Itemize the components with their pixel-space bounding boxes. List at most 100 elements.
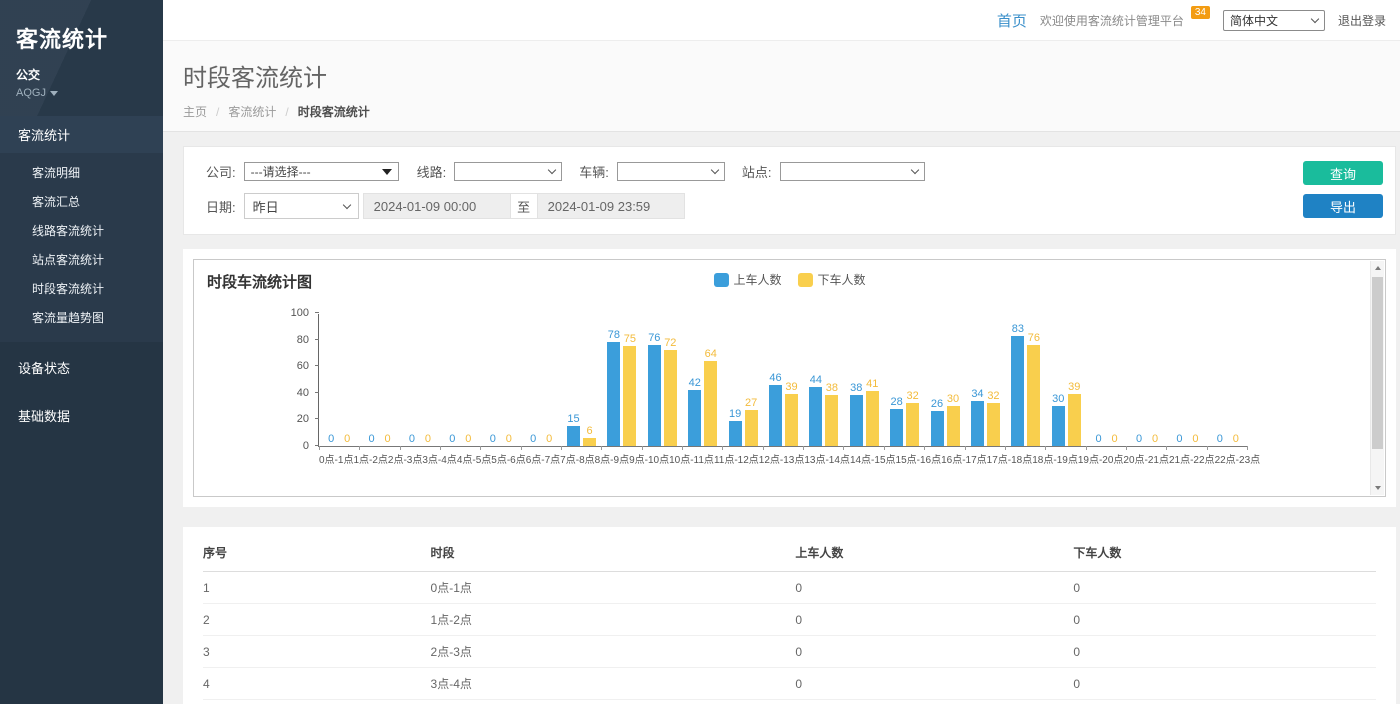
sidebar-subitem[interactable]: 站点客流统计 — [0, 245, 163, 274]
date-preset-select[interactable]: 昨日 — [244, 193, 359, 219]
bar[interactable] — [664, 350, 677, 446]
bar-column: 0 — [1173, 314, 1186, 446]
breadcrumb: 主页 / 客流统计 / 时段客流统计 — [183, 103, 1380, 120]
bar[interactable] — [890, 409, 903, 446]
x-axis-label: 4点-5点 — [457, 451, 491, 466]
sidebar-section-passenger-stats[interactable]: 客流统计 — [0, 116, 163, 153]
breadcrumb-passenger-stats[interactable]: 客流统计 — [228, 103, 276, 120]
bar-group: 3039 — [1046, 314, 1086, 446]
breadcrumb-separator: / — [216, 105, 219, 119]
bar-column: 26 — [931, 314, 944, 446]
bar[interactable] — [623, 346, 636, 446]
chart-title: 时段车流统计图 — [207, 271, 312, 292]
app-window: 客流统计 公交 AQGJ 客流统计 客流明细客流汇总线路客流统计站点客流统计时段… — [0, 0, 1400, 704]
home-link[interactable]: 首页 — [997, 10, 1027, 31]
sidebar-item-device-status[interactable]: 设备状态 — [0, 345, 163, 390]
bar-value-label: 0 — [1096, 433, 1102, 445]
bar[interactable] — [567, 426, 580, 446]
chevron-down-icon — [548, 166, 556, 174]
bar[interactable] — [745, 410, 758, 446]
legend-label: 下车人数 — [818, 271, 866, 288]
bar[interactable] — [785, 394, 798, 446]
table-cell: 1点-2点 — [431, 604, 796, 636]
bar[interactable] — [825, 395, 838, 446]
chart-scrollbar[interactable] — [1370, 261, 1384, 495]
bar-group: 00 — [1086, 314, 1126, 446]
x-axis-label: 21点-22点 — [1169, 451, 1215, 466]
bar-column: 44 — [809, 314, 822, 446]
legend-item[interactable]: 下车人数 — [798, 271, 866, 288]
x-axis-label: 22点-23点 — [1215, 451, 1261, 466]
language-select[interactable]: 简体中文 — [1223, 10, 1325, 31]
x-axis-tick — [1006, 446, 1046, 450]
breadcrumb-home[interactable]: 主页 — [183, 103, 207, 120]
bar[interactable] — [583, 438, 596, 446]
x-axis-tick — [602, 446, 642, 450]
sidebar-subitem[interactable]: 客流量趋势图 — [0, 303, 163, 332]
bar-value-label: 32 — [907, 390, 919, 402]
vehicle-select[interactable] — [617, 162, 725, 181]
line-select[interactable] — [454, 162, 562, 181]
scrollbar-thumb[interactable] — [1372, 277, 1383, 449]
logout-link[interactable]: 退出登录 — [1338, 12, 1386, 29]
sidebar-subitem[interactable]: 客流明细 — [0, 158, 163, 187]
notification-badge[interactable]: 34 — [1191, 6, 1210, 19]
bar[interactable] — [704, 361, 717, 446]
bar-column: 15 — [567, 314, 580, 446]
bar[interactable] — [1027, 345, 1040, 446]
date-from-input[interactable] — [363, 193, 511, 219]
company-select-value: ---请选择--- — [251, 163, 311, 180]
bar-value-label: 27 — [745, 397, 757, 409]
bar[interactable] — [866, 391, 879, 446]
table-row[interactable]: 32点-3点00 — [203, 636, 1376, 668]
x-axis-tick — [1127, 446, 1167, 450]
y-axis-tick-label: 20 — [275, 413, 309, 425]
x-axis-label: 11点-12点 — [714, 451, 759, 466]
search-button[interactable]: 查询 — [1303, 161, 1383, 185]
table-row[interactable]: 43点-4点00 — [203, 668, 1376, 700]
scrollbar-up-button[interactable] — [1371, 261, 1384, 275]
sidebar-item-basic-data[interactable]: 基础数据 — [0, 393, 163, 438]
bar[interactable] — [688, 390, 701, 446]
bar[interactable] — [648, 345, 661, 446]
date-to-input[interactable] — [537, 193, 685, 219]
bar[interactable] — [1011, 336, 1024, 446]
bar-group: 2832 — [884, 314, 924, 446]
bar[interactable] — [1052, 406, 1065, 446]
scrollbar-down-button[interactable] — [1371, 481, 1384, 495]
company-label: 公司: — [206, 162, 236, 181]
x-axis-label: 1点-2点 — [353, 451, 387, 466]
bar[interactable] — [987, 403, 1000, 446]
filter-row-2: 日期: 昨日 至 — [206, 193, 1383, 219]
bar[interactable] — [1068, 394, 1081, 446]
bar[interactable] — [906, 403, 919, 446]
legend-item[interactable]: 上车人数 — [713, 271, 781, 288]
bar-value-label: 0 — [344, 433, 350, 445]
bar[interactable] — [850, 395, 863, 446]
table-row[interactable]: 10点-1点00 — [203, 572, 1376, 604]
bar[interactable] — [971, 401, 984, 446]
bar-column: 0 — [1229, 314, 1242, 446]
table-row[interactable]: 54点-5点00 — [203, 700, 1376, 704]
bar[interactable] — [729, 421, 742, 446]
x-axis-tick — [643, 446, 683, 450]
export-button[interactable]: 导出 — [1303, 194, 1383, 218]
date-range-group: 昨日 至 — [244, 193, 685, 219]
table-row[interactable]: 21点-2点00 — [203, 604, 1376, 636]
sidebar-subitem[interactable]: 客流汇总 — [0, 187, 163, 216]
bar[interactable] — [947, 406, 960, 446]
station-select[interactable] — [780, 162, 925, 181]
x-axis-tick — [764, 446, 804, 450]
sidebar-subitem[interactable]: 线路客流统计 — [0, 216, 163, 245]
chart-bars: 0000000000001567875767242641927463944383… — [319, 314, 1248, 446]
bar[interactable] — [607, 342, 620, 446]
bar[interactable] — [931, 411, 944, 446]
company-select[interactable]: ---请选择--- — [244, 162, 399, 181]
sidebar-subitem[interactable]: 时段客流统计 — [0, 274, 163, 303]
bar[interactable] — [769, 385, 782, 446]
org-code-dropdown[interactable]: AQGJ — [16, 87, 147, 99]
page-title: 时段客流统计 — [183, 58, 1380, 93]
x-axis-tick — [683, 446, 723, 450]
bar-group: 3841 — [844, 314, 884, 446]
bar[interactable] — [809, 387, 822, 446]
